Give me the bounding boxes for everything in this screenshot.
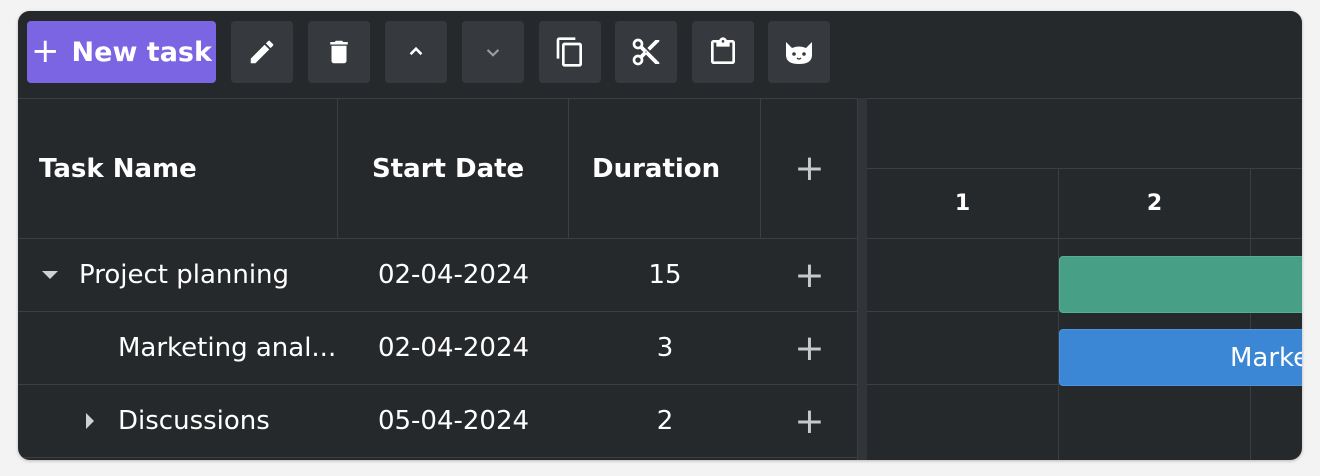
cut-button[interactable] — [615, 21, 677, 83]
duration-cell: 3 — [656, 333, 674, 363]
expand-toggle[interactable] — [42, 239, 62, 311]
duration-cell: 15 — [648, 260, 682, 290]
column-header-task-name[interactable]: Task Name — [18, 99, 338, 238]
add-column-button[interactable]: + — [761, 99, 858, 238]
gantt-widget: + New task Task Name Start Date Duration… — [18, 11, 1302, 460]
new-task-label: New task — [71, 36, 212, 68]
add-subtask-button[interactable]: + — [761, 312, 858, 384]
clipboard-icon — [707, 36, 739, 68]
paste-button[interactable] — [692, 21, 754, 83]
start-date-cell: 02-04-2024 — [377, 260, 530, 290]
task-name-cell: Marketing anal... — [118, 333, 337, 363]
task-name-cell: Project planning — [79, 260, 290, 290]
table-row[interactable]: Marketing anal... 02-04-2024 3 + — [18, 312, 858, 385]
column-divider — [337, 99, 338, 238]
copy-button[interactable] — [539, 21, 601, 83]
edit-button[interactable] — [231, 21, 293, 83]
delete-button[interactable] — [308, 21, 370, 83]
move-up-button[interactable] — [385, 21, 447, 83]
table-row[interactable]: Discussions 05-04-2024 2 + — [18, 385, 858, 458]
pencil-icon — [247, 37, 277, 67]
chevron-up-icon — [403, 39, 429, 65]
theme-button[interactable] — [768, 21, 830, 83]
new-task-button[interactable]: + New task — [27, 21, 216, 83]
day-cell: 1 — [867, 169, 1059, 238]
grid-header: Task Name Start Date Duration + — [18, 99, 858, 239]
plus-icon: + — [794, 400, 825, 442]
expand-toggle[interactable] — [86, 385, 106, 457]
grid-resizer[interactable] — [857, 98, 867, 460]
move-down-button[interactable] — [462, 21, 524, 83]
toolbar: + New task — [18, 11, 1302, 98]
day-cell: 2 — [1059, 169, 1251, 238]
project-bar[interactable] — [1059, 256, 1302, 313]
column-label: Duration — [592, 153, 721, 184]
table-row[interactable]: Project planning 02-04-2024 15 + — [18, 239, 858, 312]
task-bar[interactable]: Marketing analysis — [1059, 329, 1302, 386]
column-header-start-date[interactable]: Start Date — [338, 99, 569, 238]
trash-icon — [324, 37, 354, 67]
scissors-icon — [630, 36, 662, 68]
timeline-scale-upper — [867, 99, 1302, 169]
task-name-cell: Discussions — [118, 406, 270, 436]
add-subtask-button[interactable]: + — [761, 385, 858, 457]
timeline-scale-days: 1 2 — [867, 169, 1302, 239]
plus-icon: + — [794, 254, 825, 296]
start-date-cell: 02-04-2024 — [377, 333, 530, 363]
plus-icon: + — [794, 327, 825, 369]
caret-right-icon[interactable] — [86, 413, 94, 429]
start-date-cell: 05-04-2024 — [377, 406, 530, 436]
duration-cell: 2 — [656, 406, 674, 436]
column-label: Start Date — [372, 153, 525, 184]
gantt-timeline: 1 2 Marketing analysis — [867, 98, 1302, 460]
plus-icon: + — [31, 30, 60, 71]
add-subtask-button[interactable]: + — [761, 239, 858, 311]
chevron-down-icon — [480, 39, 506, 65]
caret-down-icon[interactable] — [42, 271, 58, 279]
plus-icon: + — [794, 148, 825, 189]
column-header-duration[interactable]: Duration — [569, 99, 761, 238]
cat-icon — [782, 37, 816, 67]
bar-label: Marketing analysis — [1230, 342, 1302, 373]
column-label: Task Name — [39, 153, 197, 184]
task-grid: Task Name Start Date Duration + Project … — [18, 98, 858, 460]
copy-icon — [554, 36, 586, 68]
